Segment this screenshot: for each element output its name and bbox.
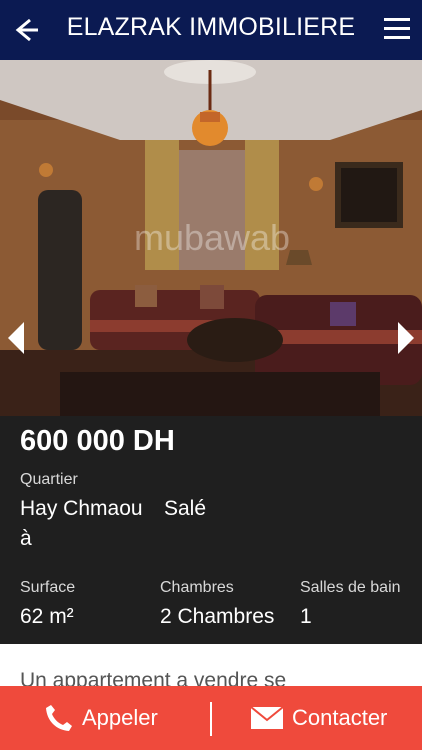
previous-photo-icon[interactable] xyxy=(4,320,28,356)
back-arrow-icon[interactable] xyxy=(8,12,44,48)
property-photo: mubawab xyxy=(0,60,422,416)
contact-button[interactable]: Contacter xyxy=(250,686,387,750)
surface-value: 62 m² xyxy=(20,605,74,628)
watermark-text: mubawab xyxy=(134,217,290,258)
quartier-label: Quartier xyxy=(20,471,78,488)
listing-details-panel: 600 000 DH Quartier Hay Chmaou Salé à Su… xyxy=(0,416,422,644)
quartier-value-3: à xyxy=(20,527,32,550)
salles-de-bain-value: 1 xyxy=(300,605,312,628)
chambres-value: 2 Chambres xyxy=(160,605,275,628)
hamburger-menu-icon[interactable] xyxy=(382,14,412,44)
envelope-icon xyxy=(250,706,284,729)
phone-icon xyxy=(46,705,72,731)
call-button[interactable]: Appeler xyxy=(44,686,158,750)
quartier-value-1: Hay Chmaou xyxy=(20,497,143,520)
salles-de-bain-label: Salles de bain xyxy=(300,579,401,596)
action-bar: Appeler Contacter xyxy=(0,686,422,750)
next-photo-icon[interactable] xyxy=(394,320,418,356)
surface-label: Surface xyxy=(20,579,76,596)
call-label: Appeler xyxy=(82,705,158,730)
page-title: ELAZRAK IMMOBILIERE xyxy=(66,13,356,41)
quartier-value-2: Salé xyxy=(164,497,207,520)
app-header: ELAZRAK IMMOBILIERE xyxy=(0,0,422,60)
chambres-label: Chambres xyxy=(160,579,234,596)
price: 600 000 DH xyxy=(20,425,175,457)
action-divider xyxy=(210,702,212,736)
contact-label: Contacter xyxy=(292,705,388,730)
